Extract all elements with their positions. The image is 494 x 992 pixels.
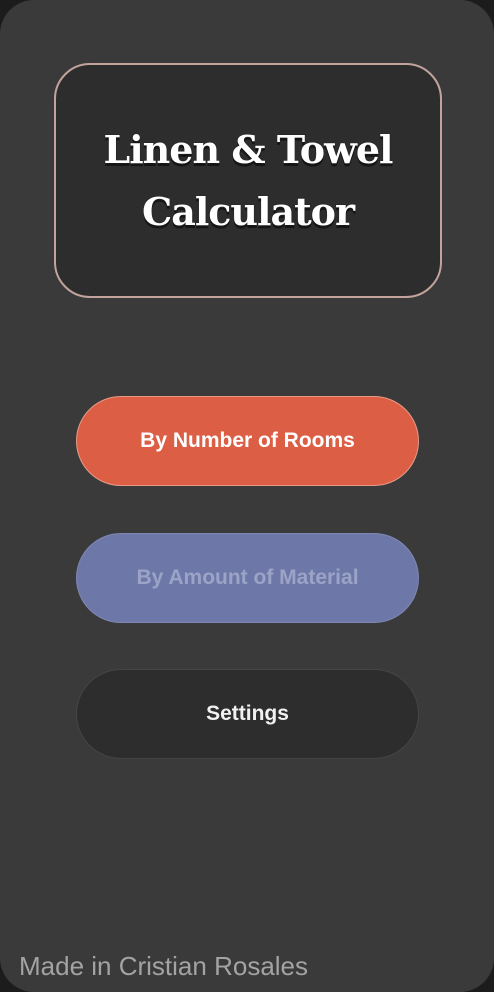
app-title: Linen & Towel Calculator <box>103 119 394 243</box>
app-screen: Linen & Towel Calculator By Number of Ro… <box>0 0 494 992</box>
settings-button[interactable]: Settings <box>76 669 419 759</box>
app-title-line2: Calculator <box>141 188 355 234</box>
app-title-line1: Linen & Towel <box>103 126 394 172</box>
footer-credit: Made in Cristian Rosales <box>19 951 309 981</box>
title-card: Linen & Towel Calculator <box>54 63 442 298</box>
by-number-of-rooms-button[interactable]: By Number of Rooms <box>76 396 419 486</box>
by-amount-of-material-button[interactable]: By Amount of Material <box>76 533 419 623</box>
